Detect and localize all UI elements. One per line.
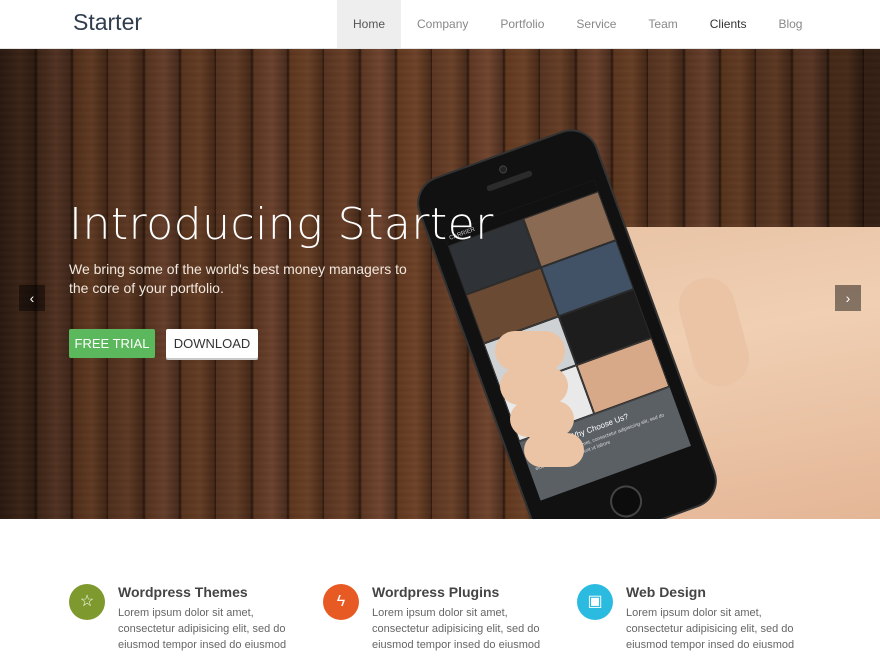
nav-portfolio[interactable]: Portfolio	[484, 0, 560, 48]
nav-company[interactable]: Company	[401, 0, 484, 48]
feature-title[interactable]: Wordpress Plugins	[372, 584, 499, 600]
free-trial-button[interactable]: FREE TRIAL	[69, 329, 155, 358]
hero-subtitle: We bring some of the world's best money …	[69, 261, 407, 296]
finger-illustration	[524, 433, 584, 467]
bolt-icon: ϟ	[323, 584, 359, 620]
phone-camera	[498, 164, 509, 175]
hero-title: Introducing Starter	[69, 199, 494, 250]
feature-text: Lorem ipsum dolor sit amet, consectetur …	[118, 607, 287, 651]
site-header: Starter Home Company Portfolio Service T…	[0, 0, 880, 49]
finger-illustration	[495, 331, 565, 371]
site-logo[interactable]: Starter	[73, 9, 142, 36]
phone-speaker	[485, 169, 534, 192]
slider-prev-arrow-icon[interactable]: ‹	[19, 285, 45, 311]
slider-next-arrow-icon[interactable]: ›	[835, 285, 861, 311]
nav-blog[interactable]: Blog	[762, 0, 818, 48]
nav-service[interactable]: Service	[560, 0, 632, 48]
nav-team[interactable]: Team	[632, 0, 693, 48]
finger-illustration	[500, 367, 568, 405]
nav-home[interactable]: Home	[337, 0, 402, 48]
hero-slider: Introducing Starter We bring some of the…	[0, 49, 880, 519]
finger-illustration	[510, 401, 574, 437]
nav-clients[interactable]: Clients	[694, 0, 763, 48]
download-button[interactable]: DOWNLOAD	[166, 329, 258, 358]
gift-icon: ▣	[577, 584, 613, 620]
feature-text: Lorem ipsum dolor sit amet, consectetur …	[626, 607, 795, 651]
features-section: ☆ Wordpress Themes Lorem ipsum dolor sit…	[0, 519, 880, 660]
feature-title[interactable]: Web Design	[626, 584, 706, 600]
main-nav: Home Company Portfolio Service Team Clie…	[337, 0, 818, 48]
phone-home-button	[605, 480, 647, 519]
feature-text: Lorem ipsum dolor sit amet, consectetur …	[372, 607, 541, 651]
feature-title[interactable]: Wordpress Themes	[118, 584, 248, 600]
star-icon: ☆	[69, 584, 105, 620]
